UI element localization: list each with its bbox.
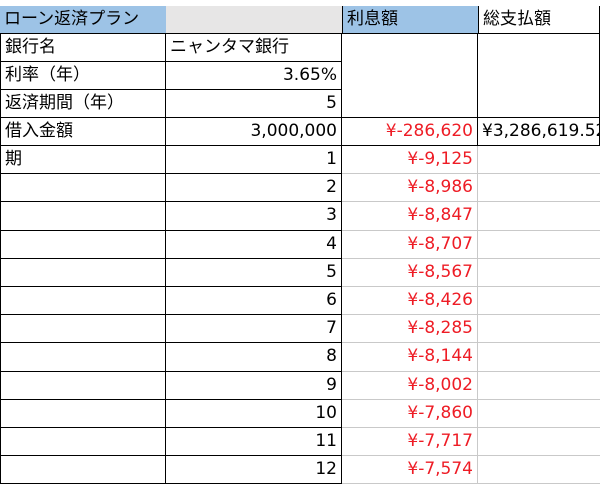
term-number-cell[interactable]: 6 [166, 287, 342, 316]
term-label-cell[interactable] [0, 287, 166, 316]
total-cell[interactable] [478, 315, 600, 344]
interest-cell[interactable]: ¥-7,717 [342, 428, 478, 457]
interest-cell[interactable]: ¥-8,144 [342, 343, 478, 372]
total-empty-cell[interactable] [478, 34, 600, 62]
term-label-cell[interactable] [0, 428, 166, 457]
interest-cell[interactable]: ¥-9,125 [342, 146, 478, 175]
period-label-cell[interactable]: 返済期間（年） [0, 90, 166, 118]
payment-row: 12 ¥-7,574 [0, 456, 600, 485]
bank-value-cell[interactable]: ニャンタマ銀行 [166, 34, 342, 62]
bank-row: 銀行名 ニャンタマ銀行 [0, 34, 600, 62]
principal-row: 借入金額 3,000,000 ¥-286,620 ¥3,286,619.52 [0, 118, 600, 146]
period-row: 返済期間（年） 5 [0, 90, 600, 118]
payment-row: 8 ¥-8,144 [0, 343, 600, 372]
principal-value-cell[interactable]: 3,000,000 [166, 118, 342, 146]
interest-cell[interactable]: ¥-8,426 [342, 287, 478, 316]
term-number-cell[interactable]: 7 [166, 315, 342, 344]
total-cell[interactable] [478, 343, 600, 372]
total-header-cell[interactable]: 総支払額 [478, 6, 600, 34]
term-number-cell[interactable]: 3 [166, 202, 342, 231]
payment-row: 7 ¥-8,285 [0, 315, 600, 344]
term-label-cell[interactable] [0, 456, 166, 485]
term-number-cell[interactable]: 1 [166, 146, 342, 175]
total-empty-cell[interactable] [478, 90, 600, 118]
payment-row: 9 ¥-8,002 [0, 371, 600, 400]
interest-cell[interactable]: ¥-8,986 [342, 174, 478, 203]
term-label-cell[interactable] [0, 315, 166, 344]
term-label-cell[interactable] [0, 230, 166, 259]
total-cell[interactable] [478, 146, 600, 175]
term-label-cell[interactable] [0, 371, 166, 400]
payment-row: 11 ¥-7,717 [0, 428, 600, 457]
title-cell[interactable]: ローン返済プラン [0, 6, 166, 34]
total-cell[interactable] [478, 287, 600, 316]
principal-label-cell[interactable]: 借入金額 [0, 118, 166, 146]
bank-label-cell[interactable]: 銀行名 [0, 34, 166, 62]
interest-empty-cell[interactable] [342, 62, 478, 90]
interest-cell[interactable]: ¥-8,002 [342, 371, 478, 400]
interest-cell[interactable]: ¥-8,285 [342, 315, 478, 344]
term-label-cell[interactable]: 期 [0, 146, 166, 175]
total-cell[interactable] [478, 174, 600, 203]
payment-row: 3 ¥-8,847 [0, 202, 600, 231]
interest-header-cell[interactable]: 利息額 [342, 6, 478, 34]
term-number-cell[interactable]: 9 [166, 371, 342, 400]
term-label-cell[interactable] [0, 343, 166, 372]
total-cell[interactable] [478, 428, 600, 457]
term-number-cell[interactable]: 5 [166, 258, 342, 287]
term-label-cell[interactable] [0, 174, 166, 203]
total-interest-cell[interactable]: ¥-286,620 [342, 118, 478, 146]
total-cell[interactable] [478, 231, 600, 259]
term-number-cell[interactable]: 11 [166, 428, 342, 457]
empty-header-cell[interactable] [166, 6, 342, 34]
term-label-cell[interactable] [0, 258, 166, 287]
total-cell[interactable] [478, 259, 600, 287]
term-number-cell[interactable]: 2 [166, 174, 342, 203]
total-cell[interactable] [478, 400, 600, 428]
term-number-cell[interactable]: 4 [166, 230, 342, 259]
payment-row: 期 1 ¥-9,125 [0, 146, 600, 175]
interest-empty-cell[interactable] [342, 90, 478, 118]
rate-row: 利率（年） 3.65% [0, 62, 600, 90]
term-label-cell[interactable] [0, 202, 166, 231]
payment-row: 2 ¥-8,986 [0, 174, 600, 203]
interest-cell[interactable]: ¥-8,567 [342, 258, 478, 287]
payment-row: 6 ¥-8,426 [0, 287, 600, 316]
rate-value-cell[interactable]: 3.65% [166, 62, 342, 90]
total-empty-cell[interactable] [478, 62, 600, 90]
payment-row: 5 ¥-8,567 [0, 258, 600, 287]
interest-cell[interactable]: ¥-8,847 [342, 202, 478, 231]
interest-cell[interactable]: ¥-8,707 [342, 230, 478, 259]
total-payment-cell[interactable]: ¥3,286,619.52 [478, 118, 600, 146]
term-number-cell[interactable]: 10 [166, 399, 342, 428]
spreadsheet: ローン返済プラン 利息額 総支払額 銀行名 ニャンタマ銀行 利率（年） 3.65… [0, 0, 600, 487]
period-value-cell[interactable]: 5 [166, 90, 342, 118]
interest-empty-cell[interactable] [342, 34, 478, 62]
total-cell[interactable] [478, 456, 600, 485]
payment-row: 4 ¥-8,707 [0, 230, 600, 259]
term-number-cell[interactable]: 8 [166, 343, 342, 372]
term-number-cell[interactable]: 12 [166, 456, 342, 485]
rate-label-cell[interactable]: 利率（年） [0, 62, 166, 90]
interest-cell[interactable]: ¥-7,574 [342, 456, 478, 485]
header-row: ローン返済プラン 利息額 総支払額 [0, 6, 600, 34]
interest-cell[interactable]: ¥-7,860 [342, 399, 478, 428]
total-cell[interactable] [478, 372, 600, 400]
total-cell[interactable] [478, 202, 600, 231]
term-label-cell[interactable] [0, 399, 166, 428]
payment-row: 10 ¥-7,860 [0, 399, 600, 428]
